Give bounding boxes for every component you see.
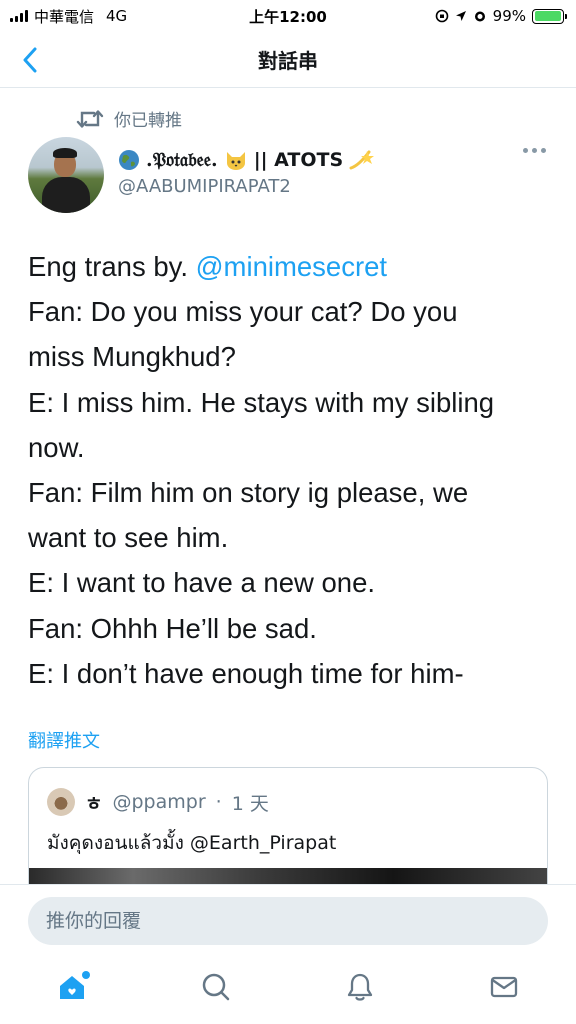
- tweet-line: now.: [28, 431, 85, 463]
- carrier-label: 中華電信: [34, 7, 95, 26]
- retweet-label: 你已轉推: [114, 111, 182, 131]
- quoted-separator: ·: [215, 791, 222, 813]
- tweet-line: want to see him.: [28, 522, 229, 554]
- mail-icon: [490, 976, 518, 998]
- tab-bar: [0, 956, 576, 1024]
- chevron-left-icon: [23, 47, 37, 73]
- tweet-line-text: Eng trans by.: [28, 251, 196, 282]
- quoted-handle: @ppampr: [112, 791, 206, 813]
- display-name-suffix: || ATOTS: [253, 149, 344, 171]
- alarm-icon: [474, 11, 485, 22]
- more-options-button[interactable]: [523, 148, 546, 153]
- retweet-context: 你已轉推: [76, 106, 182, 131]
- battery-icon: [532, 8, 567, 24]
- dizzy-emoji-icon: [349, 150, 375, 170]
- retweet-icon: [76, 109, 104, 128]
- cat-emoji-icon: [226, 152, 245, 170]
- tweet-line: Fan: Do you miss your cat? Do you: [28, 296, 458, 328]
- orientation-lock-icon: [435, 9, 448, 23]
- location-icon: [455, 11, 466, 21]
- reply-bar: [0, 884, 576, 956]
- bell-icon: [347, 973, 373, 1001]
- back-button[interactable]: [14, 44, 46, 76]
- quoted-tweet-text: มังคุดงอนแล้วมั้ง @Earth_Pirapat: [47, 832, 337, 854]
- tweet-line: Eng trans by. @minimesecret: [28, 244, 548, 289]
- author-handle: @AABUMIPIRAPAT2: [118, 176, 291, 197]
- tab-home[interactable]: [42, 959, 102, 1015]
- network-label: 4G: [106, 7, 128, 25]
- page-title: 對話串: [258, 49, 318, 73]
- tweet-text: Eng trans by. @minimesecret Fan: Do you …: [28, 244, 548, 696]
- battery-fill: [534, 11, 562, 21]
- translate-tweet-link[interactable]: 翻譯推文: [28, 727, 100, 753]
- tweet-line: Fan: Ohhh He’ll be sad.: [28, 612, 317, 644]
- tweet-line: E: I miss him. He stays with my sibling: [28, 386, 495, 418]
- tab-notifications[interactable]: [330, 959, 390, 1015]
- tweet-line: miss Mungkhud?: [28, 341, 236, 373]
- tweet-line: E: I want to have a new one.: [28, 567, 376, 599]
- tweet-author[interactable]: .𝔓𝔬𝔱𝔞𝔟𝔢𝔢. || ATOTS @AABUMIPIRAPAT2: [118, 146, 375, 197]
- notification-dot: [82, 971, 90, 979]
- quoted-avatar: [47, 788, 75, 816]
- reply-input[interactable]: [28, 897, 548, 945]
- status-right: 99%: [435, 7, 567, 25]
- status-bar: 中華電信 4G 上午12:00 99%: [0, 0, 576, 32]
- header: 對話串: [0, 32, 576, 88]
- globe-emoji-icon: [119, 150, 139, 170]
- display-name-text: .𝔓𝔬𝔱𝔞𝔟𝔢𝔢.: [146, 149, 218, 171]
- search-icon: [202, 973, 230, 1001]
- status-left: 中華電信 4G: [10, 6, 127, 27]
- tweet-line: Fan: Film him on story ig please, we: [28, 477, 469, 509]
- quoted-tweet-header: ㅎ @ppampr · 1 天: [47, 788, 269, 816]
- display-name: .𝔓𝔬𝔱𝔞𝔟𝔢𝔢. || ATOTS: [118, 146, 375, 174]
- signal-icon: [10, 10, 28, 22]
- avatar[interactable]: [28, 137, 104, 213]
- quoted-display-name: ㅎ: [85, 792, 103, 815]
- battery-percent: 99%: [492, 7, 526, 25]
- tweet-line: E: I don’t have enough time for him-: [28, 657, 464, 689]
- tab-search[interactable]: [186, 959, 246, 1015]
- mention-link[interactable]: @minimesecret: [196, 251, 387, 282]
- quoted-time: 1 天: [231, 792, 269, 815]
- tab-messages[interactable]: [474, 959, 534, 1015]
